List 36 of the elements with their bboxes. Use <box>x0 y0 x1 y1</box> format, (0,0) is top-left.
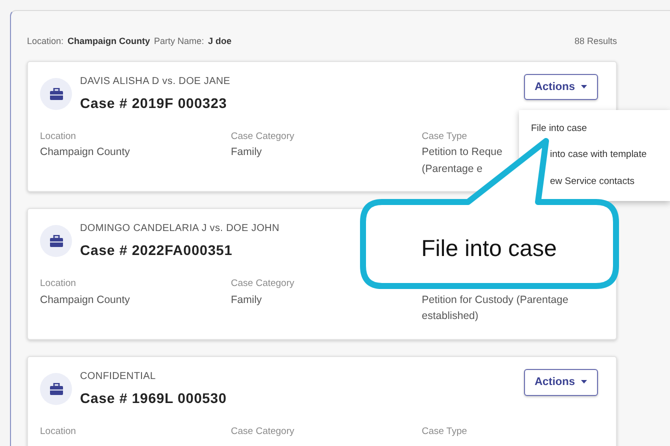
filter-value: Champaign County <box>68 35 150 48</box>
party-names: CONFIDENTIAL <box>80 370 156 384</box>
filter-label: Location: <box>27 35 64 48</box>
actions-button[interactable]: Actions <box>524 369 598 396</box>
party-names: DOMINGO CANDELARIA J vs. DOE JOHN <box>80 222 280 236</box>
field-value: Petition to Reque (Parentage e <box>422 144 502 177</box>
field-label: Location <box>40 130 76 144</box>
field-value: Champaign County <box>40 292 130 308</box>
field-value: Champaign County <box>40 144 130 160</box>
caret-icon <box>581 84 587 89</box>
field-value: Family <box>230 292 262 308</box>
menu-item[interactable]: into case with template <box>550 142 647 168</box>
party-names: DAVIS ALISHA D vs. DOE JANE <box>80 74 230 88</box>
field-label: Case Category <box>230 277 294 292</box>
case-number: Case # 2019F 000323 <box>80 94 227 112</box>
field-label: Case Type <box>422 425 468 440</box>
field-label: Location <box>40 277 76 292</box>
field-label: Case Category <box>230 130 294 144</box>
field-label: Location <box>40 425 76 440</box>
field-value: Family <box>230 144 262 160</box>
callout-text: File into case <box>421 234 557 263</box>
menu-item[interactable]: ew Service contacts <box>550 168 634 195</box>
caret-icon <box>581 380 587 384</box>
field-value: Petition for Custody (Parentage established) <box>422 292 568 324</box>
field-label: Case Category <box>230 425 294 440</box>
case-number: Case # 1969L 000530 <box>80 389 227 408</box>
briefcase-icon <box>50 383 62 396</box>
field-label: Case Type <box>422 130 468 144</box>
briefcase-icon <box>50 88 62 100</box>
case-number: Case # 2022FA000351 <box>80 241 232 260</box>
briefcase-icon <box>50 235 62 248</box>
results-count: 88 Results <box>574 35 617 48</box>
filter-label: Party Name: <box>154 35 204 48</box>
filter-value: J doe <box>208 35 232 48</box>
actions-button[interactable]: Actions <box>524 74 598 100</box>
menu-item[interactable]: File into case <box>531 116 587 142</box>
